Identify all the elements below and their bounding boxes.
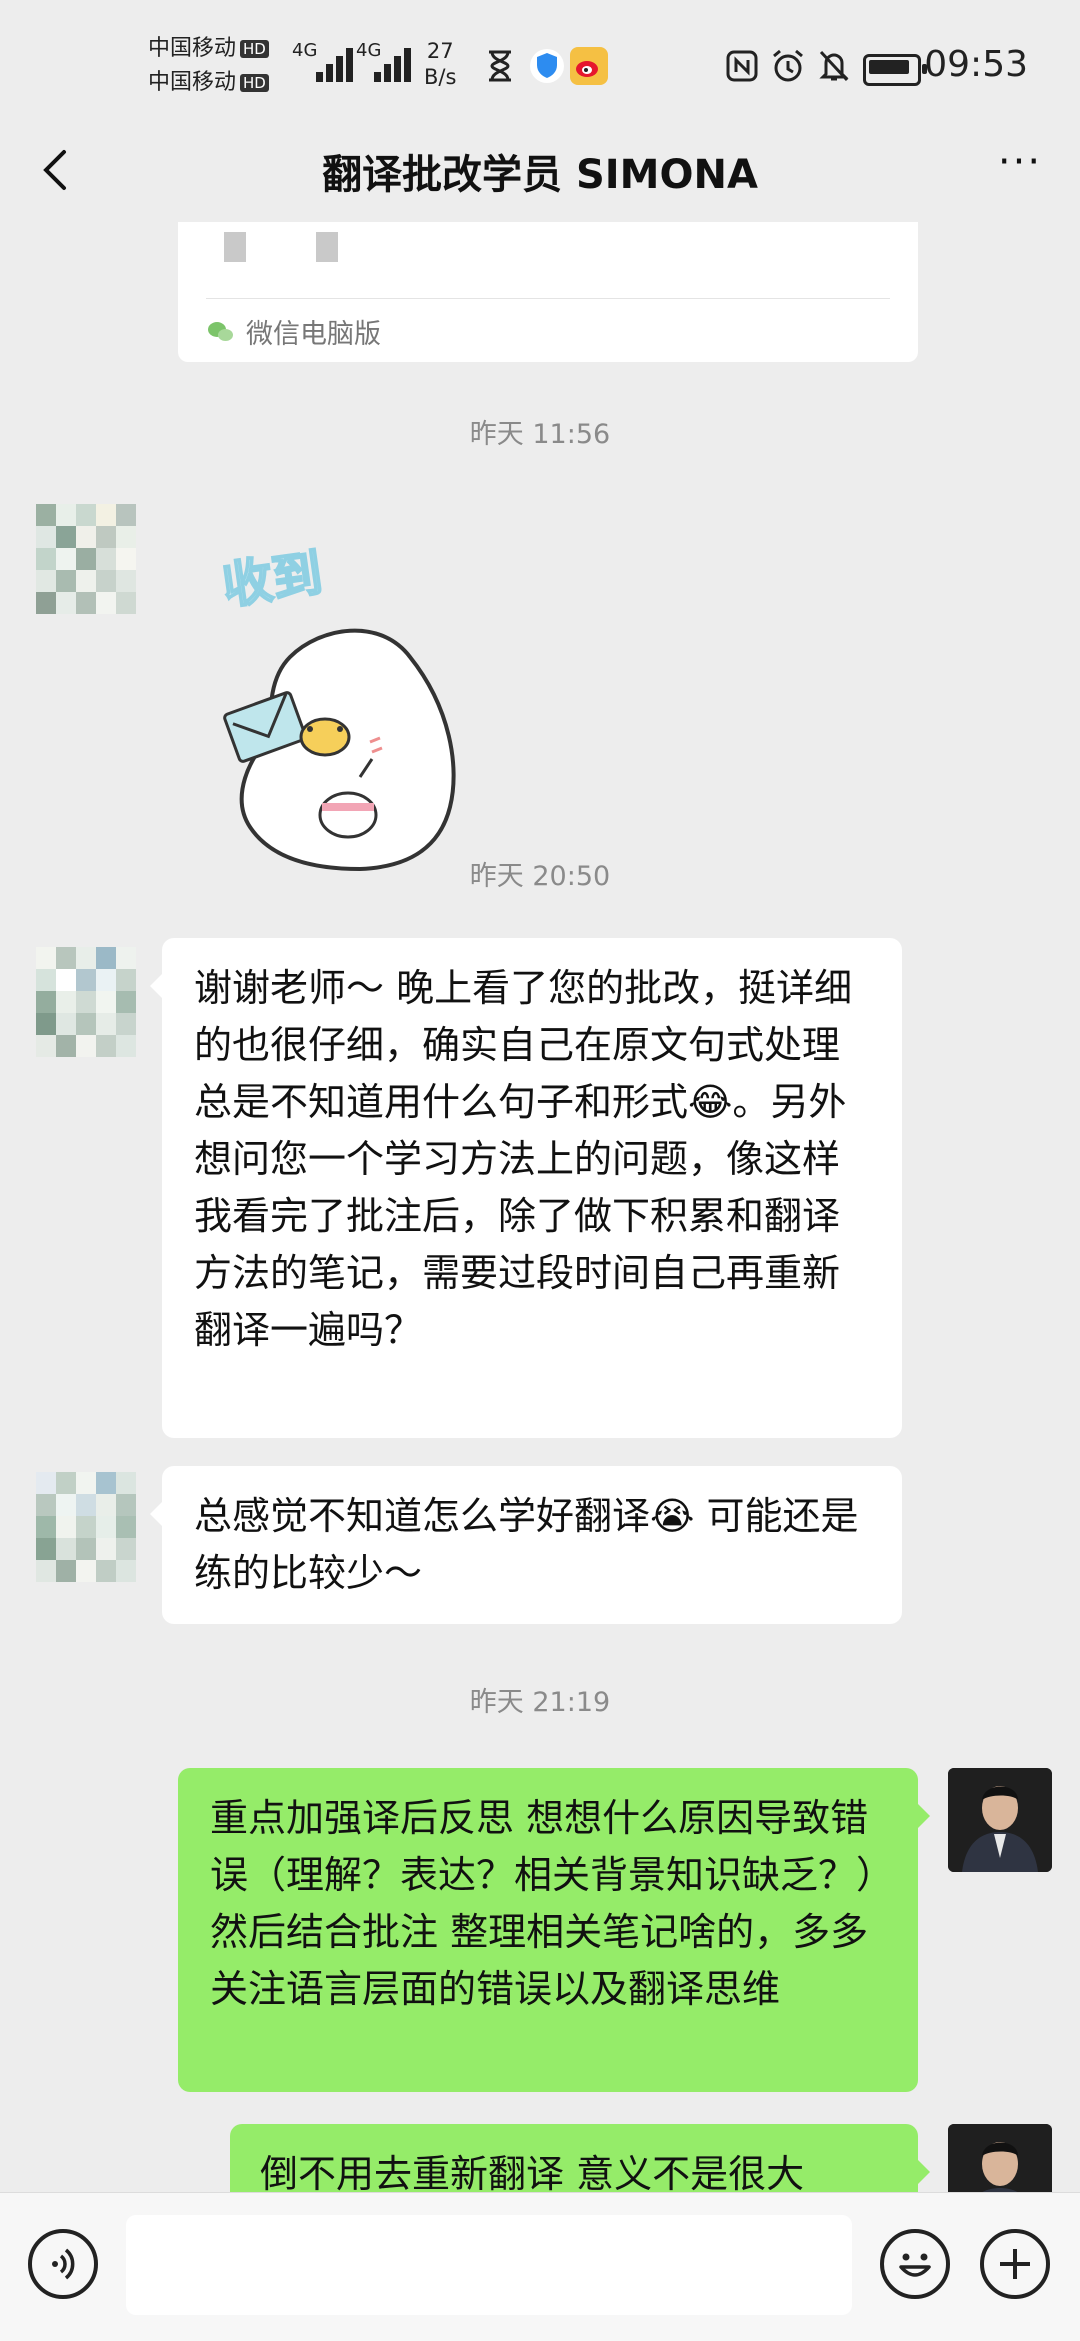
- message-bubble-outgoing[interactable]: 重点加强译后反思 想想什么原因导致错误（理解？表达？相关背景知识缺乏？）然后结合…: [178, 1768, 930, 2092]
- carrier-2: 中国移动: [148, 70, 237, 95]
- message-bubble-incoming[interactable]: 谢谢老师～ 晚上看了您的批改，挺详细的也很仔细，确实自己在原文句式处理总是不知道…: [150, 938, 902, 1438]
- blurred-content: [224, 232, 408, 266]
- forwarded-card[interactable]: 微信电脑版: [178, 222, 918, 362]
- chat-header: 翻译批改学员 SIMONA ···: [0, 120, 1080, 222]
- message-input[interactable]: [126, 2215, 852, 2315]
- status-time: 09:53: [924, 44, 1028, 85]
- wechat-icon: [208, 320, 236, 344]
- sticker-text: 收到: [219, 544, 326, 615]
- more-functions-button[interactable]: [980, 2229, 1050, 2299]
- message-bubble-outgoing[interactable]: 倒不用去重新翻译 意义不是很大: [230, 2124, 930, 2192]
- voice-input-button[interactable]: [28, 2229, 98, 2299]
- profile-photo: [948, 1768, 1052, 1872]
- chat-title: 翻译批改学员 SIMONA: [322, 152, 758, 198]
- network-speed: 27 B/s: [424, 39, 457, 89]
- more-options-button[interactable]: ···: [990, 142, 1050, 198]
- avatar[interactable]: [36, 1472, 136, 1582]
- hd-badge: HD: [240, 74, 269, 92]
- weibo-icon: [567, 46, 611, 86]
- nfc-icon: [724, 46, 760, 86]
- alarm-icon: [768, 46, 808, 86]
- signal-bars-1-icon: [312, 40, 362, 82]
- card-source: 微信电脑版: [208, 312, 381, 351]
- plus-icon: [1000, 2249, 1030, 2279]
- card-source-label: 微信电脑版: [246, 319, 381, 350]
- status-bar: 中国移动 HD 中国移动 HD 4G 4G 27 B/s 09:53: [0, 0, 1080, 135]
- card-divider: [206, 298, 890, 299]
- carrier-info: 中国移动 HD 中国移动 HD: [148, 32, 269, 100]
- input-bar: [0, 2192, 1080, 2341]
- profile-photo: [948, 2124, 1052, 2192]
- message-bubble-incoming[interactable]: 总感觉不知道怎么学好翻译😭 可能还是练的比较少～: [150, 1466, 902, 1624]
- message-list[interactable]: 微信电脑版 昨天 11:56 收到 昨天 20:50 谢谢老师～ 晚上看了您的批…: [0, 222, 1080, 2192]
- carrier-1: 中国移动: [148, 36, 237, 61]
- voice-icon: [52, 2248, 75, 2280]
- my-avatar[interactable]: [948, 1768, 1052, 1872]
- mute-bell-icon: [814, 46, 854, 86]
- avatar[interactable]: [36, 947, 136, 1057]
- avatar[interactable]: [36, 504, 136, 614]
- smiley-icon: [899, 2253, 931, 2277]
- signal-bars-2-icon: [370, 40, 420, 82]
- emoji-button[interactable]: [880, 2229, 950, 2299]
- timestamp: 昨天 21:19: [469, 1687, 611, 1718]
- battery-icon: [863, 54, 927, 86]
- shield-icon: [525, 46, 569, 86]
- hourglass-icon: [483, 46, 517, 86]
- timestamp: 昨天 11:56: [469, 419, 611, 450]
- timestamp: 昨天 20:50: [469, 861, 611, 892]
- hd-badge: HD: [240, 40, 269, 58]
- my-avatar[interactable]: [948, 2124, 1052, 2192]
